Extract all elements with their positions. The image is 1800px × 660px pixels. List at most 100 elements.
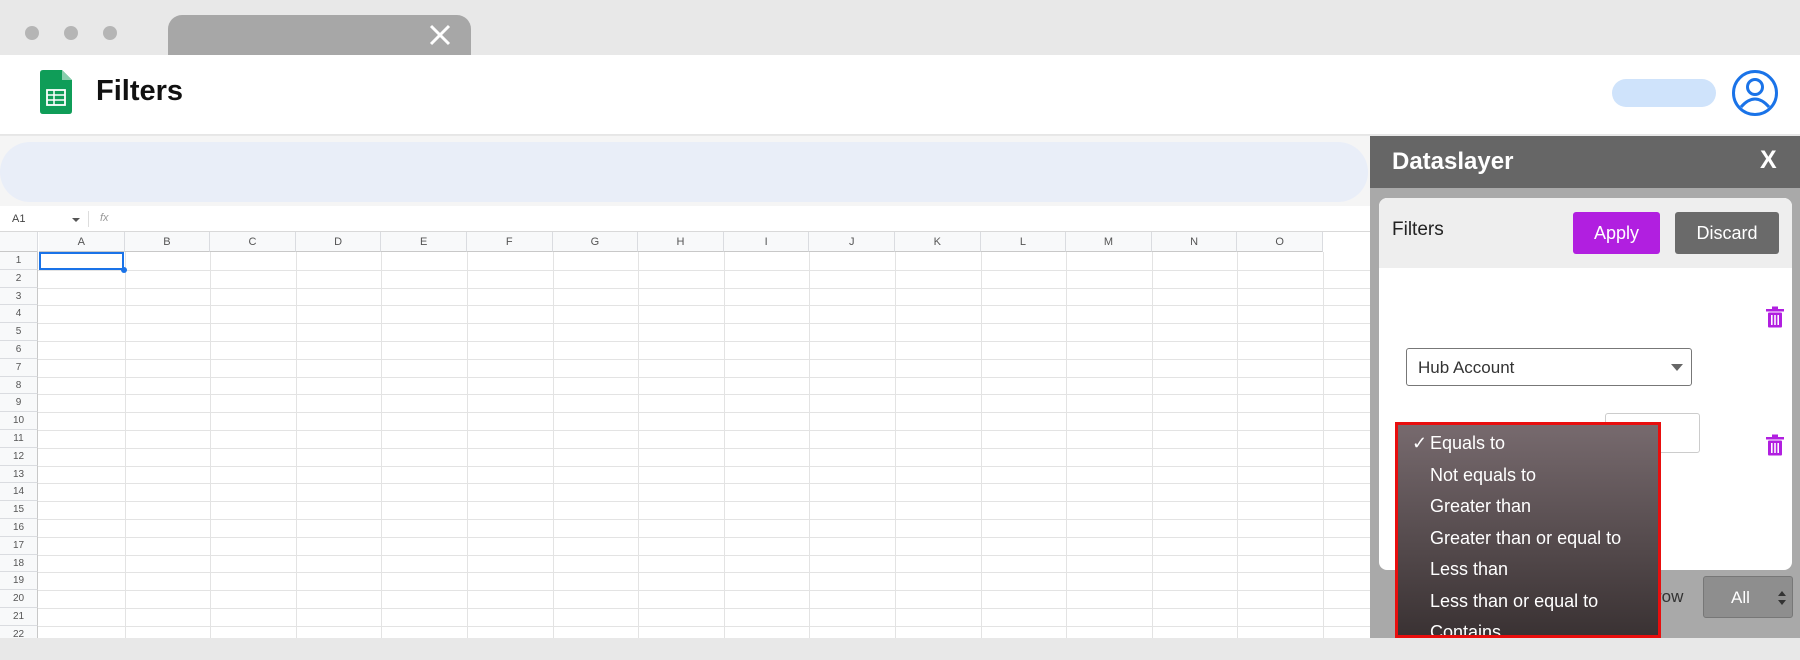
row-header[interactable]: 19	[0, 572, 38, 591]
fill-handle[interactable]	[121, 267, 127, 273]
row-header[interactable]: 3	[0, 287, 38, 306]
panel-close-button[interactable]: X	[1760, 146, 1777, 175]
grid-row-line	[38, 305, 1370, 307]
row-header[interactable]: 14	[0, 483, 38, 502]
dropdown-option[interactable]: Less than	[1430, 559, 1508, 580]
column-header[interactable]: G	[552, 232, 639, 252]
window-maximize-dot[interactable]	[103, 26, 117, 40]
row-header[interactable]: 2	[0, 269, 38, 288]
delete-filter-group-icon[interactable]	[1765, 306, 1785, 328]
screen: Filters A1 fx A B C D E F G H I J K L M N O 1 2 3 4 5 6 7 8 9 10…	[0, 0, 1800, 660]
column-header[interactable]: B	[124, 232, 211, 252]
dropdown-option[interactable]: Greater than	[1430, 496, 1531, 517]
browser-tab[interactable]	[168, 15, 471, 55]
column-header[interactable]: K	[895, 232, 981, 252]
column-header[interactable]: H	[638, 232, 724, 252]
row-header[interactable]: 6	[0, 341, 38, 359]
grid-column-line	[895, 252, 896, 638]
grid-column-line	[552, 252, 554, 638]
row-header[interactable]: 11	[0, 430, 38, 448]
app-header: Filters	[0, 55, 1800, 135]
cell-reference-dropdown-icon[interactable]	[72, 218, 80, 222]
column-header[interactable]: A	[39, 232, 125, 252]
bottom-bar	[0, 638, 1800, 660]
row-header[interactable]: 17	[0, 536, 38, 555]
row-header[interactable]: 4	[0, 305, 38, 324]
grid-row-line	[38, 465, 1370, 467]
dropdown-option[interactable]: Equals to	[1430, 433, 1505, 454]
operator-dropdown[interactable]: ✓ Equals to Not equals to Greater than Grea…	[1395, 422, 1661, 638]
selected-cell[interactable]	[39, 252, 124, 270]
row-header[interactable]: 10	[0, 412, 38, 430]
grid-column-line	[723, 252, 725, 638]
column-header[interactable]: I	[723, 232, 810, 252]
row-header[interactable]: 1	[0, 252, 38, 270]
grid-column-line	[1323, 252, 1324, 638]
grid-column-line	[1151, 252, 1153, 638]
row-header[interactable]: 22	[0, 625, 38, 638]
grid-row-line	[38, 287, 1370, 289]
dropdown-option[interactable]: Contains	[1430, 622, 1501, 635]
column-header[interactable]: M	[1066, 232, 1152, 252]
grid-row-line	[38, 358, 1370, 360]
row-header[interactable]: 21	[0, 608, 38, 626]
row-header[interactable]: 20	[0, 590, 38, 608]
user-avatar-icon[interactable]	[1731, 69, 1779, 117]
discard-button[interactable]: Discard	[1675, 212, 1779, 254]
grid-column-line	[980, 252, 982, 638]
row-header[interactable]: 8	[0, 376, 38, 395]
row-header[interactable]: 12	[0, 447, 38, 466]
column-header[interactable]: N	[1151, 232, 1238, 252]
spreadsheet-area: A1 fx A B C D E F G H I J K L M N O 1 2 3 4 5 6 7 8 9 10 11 12 13 14…	[0, 136, 1370, 638]
dropdown-option[interactable]: Less than or equal to	[1430, 591, 1598, 612]
grid-row-line	[38, 625, 1370, 627]
cell-grid[interactable]: A B C D E F G H I J K L M N O 1 2 3 4 5 6 7 8 9 10 11 12 13 14 15 16 17…	[0, 232, 1370, 638]
apply-button[interactable]: Apply	[1573, 212, 1660, 254]
column-header[interactable]: D	[295, 232, 382, 252]
grid-row-line	[38, 376, 1370, 378]
row-header[interactable]: 5	[0, 323, 38, 341]
fx-icon: fx	[100, 212, 109, 224]
delete-condition-icon[interactable]	[1765, 434, 1785, 456]
field-select-arrow-icon	[1671, 364, 1683, 371]
column-header[interactable]: C	[210, 232, 296, 252]
row-select-value: All	[1731, 588, 1750, 607]
column-header[interactable]: O	[1237, 232, 1323, 252]
row-header[interactable]: 9	[0, 394, 38, 413]
grid-row-line	[38, 323, 1370, 325]
row-header[interactable]: 15	[0, 501, 38, 519]
grid-column-line	[467, 252, 468, 638]
column-header[interactable]: F	[467, 232, 553, 252]
cell-reference[interactable]: A1	[12, 213, 25, 225]
window-close-dot[interactable]	[25, 26, 39, 40]
panel-header: Dataslayer X	[1370, 136, 1800, 188]
dropdown-option[interactable]: Greater than or equal to	[1430, 528, 1621, 549]
column-header[interactable]: E	[381, 232, 467, 252]
sheets-logo-icon	[40, 70, 72, 114]
column-header[interactable]: L	[980, 232, 1067, 252]
grid-row-line	[38, 608, 1370, 609]
grid-column-line	[809, 252, 811, 638]
window-minimize-dot[interactable]	[64, 26, 78, 40]
row-header[interactable]: 16	[0, 519, 38, 537]
panel-title: Dataslayer	[1392, 148, 1514, 175]
tab-close-icon[interactable]	[429, 24, 451, 46]
dropdown-option[interactable]: Not equals to	[1430, 465, 1536, 486]
row-header[interactable]: 18	[0, 554, 38, 573]
field-select[interactable]: Hub Account	[1406, 348, 1692, 386]
header-pill-button[interactable]	[1612, 79, 1716, 107]
grid-column-line	[295, 252, 297, 638]
row-select[interactable]: All	[1703, 576, 1793, 618]
updown-arrows-icon	[1778, 591, 1786, 605]
row-header[interactable]: 7	[0, 358, 38, 377]
column-header[interactable]: J	[809, 232, 895, 252]
grid-row-line	[38, 394, 1370, 396]
formula-separator	[88, 211, 89, 227]
grid-column-line	[1066, 252, 1068, 638]
grid-row-line	[38, 501, 1370, 503]
grid-row-line	[38, 269, 1370, 271]
page-title: Filters	[96, 75, 184, 107]
row-header[interactable]: 13	[0, 465, 38, 484]
grid-row-line	[38, 536, 1370, 538]
corner-header[interactable]	[0, 232, 38, 252]
